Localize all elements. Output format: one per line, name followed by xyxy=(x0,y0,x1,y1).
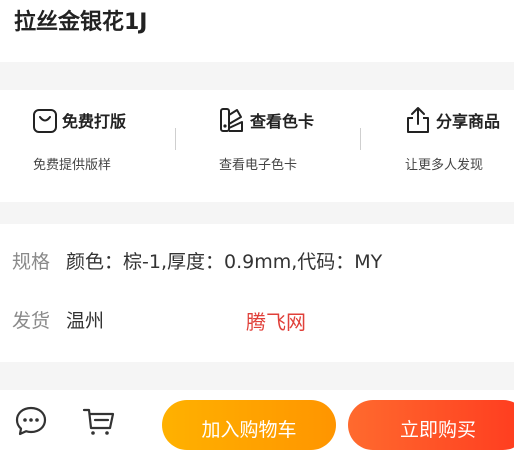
product-title: 拉丝金银花1J xyxy=(14,10,148,35)
service-share-head: 分享商品 xyxy=(404,104,500,136)
service-subtitle: 查看电子色卡 xyxy=(219,158,298,173)
bag-icon xyxy=(33,109,57,133)
buy-now-button[interactable]: 立即购买 xyxy=(348,400,514,450)
spec-value: 颜色：棕-1,厚度：0.9mm,代码：MY xyxy=(66,250,383,273)
service-title: 免费打版 xyxy=(62,112,127,131)
spec-section: 规格 颜色：棕-1,厚度：0.9mm,代码：MY 发货 温州 腾飞网 xyxy=(0,224,514,362)
cart-icon[interactable] xyxy=(82,404,116,442)
title-bar: 拉丝金银花1J xyxy=(0,0,514,58)
watermark: 腾飞网 xyxy=(246,310,306,334)
color-card-icon xyxy=(220,108,243,132)
section-separator xyxy=(0,362,514,390)
add-to-cart-button[interactable]: 加入购物车 xyxy=(162,400,336,450)
service-title: 分享商品 xyxy=(436,112,501,131)
service-row: 免费打版 免费提供版样 查看色卡 查看电子色卡 分享商品 让更多人发现 xyxy=(0,90,514,202)
divider xyxy=(360,128,361,150)
divider xyxy=(175,128,176,150)
shipping-value: 温州 xyxy=(66,309,105,332)
bottom-action-bar: 加入购物车 立即购买 xyxy=(0,390,514,450)
section-separator xyxy=(0,202,514,224)
service-free-sample-head: 免费打版 xyxy=(32,104,126,136)
service-color-card-head: 查看色卡 xyxy=(218,104,314,136)
service-subtitle: 免费提供版样 xyxy=(33,158,112,173)
shipping-row: 发货 温州 xyxy=(12,303,104,335)
shipping-label: 发货 xyxy=(12,309,51,332)
service-color-card[interactable]: 查看色卡 查看电子色卡 xyxy=(214,90,354,202)
service-subtitle: 让更多人发现 xyxy=(405,158,484,173)
service-title: 查看色卡 xyxy=(250,112,315,131)
section-separator xyxy=(0,62,514,90)
chat-icon[interactable] xyxy=(14,404,48,442)
spec-label: 规格 xyxy=(12,250,51,273)
service-share[interactable]: 分享商品 让更多人发现 xyxy=(400,90,514,202)
service-free-sample[interactable]: 免费打版 免费提供版样 xyxy=(28,90,168,202)
share-icon xyxy=(407,107,429,133)
spec-row[interactable]: 规格 颜色：棕-1,厚度：0.9mm,代码：MY xyxy=(12,244,382,276)
